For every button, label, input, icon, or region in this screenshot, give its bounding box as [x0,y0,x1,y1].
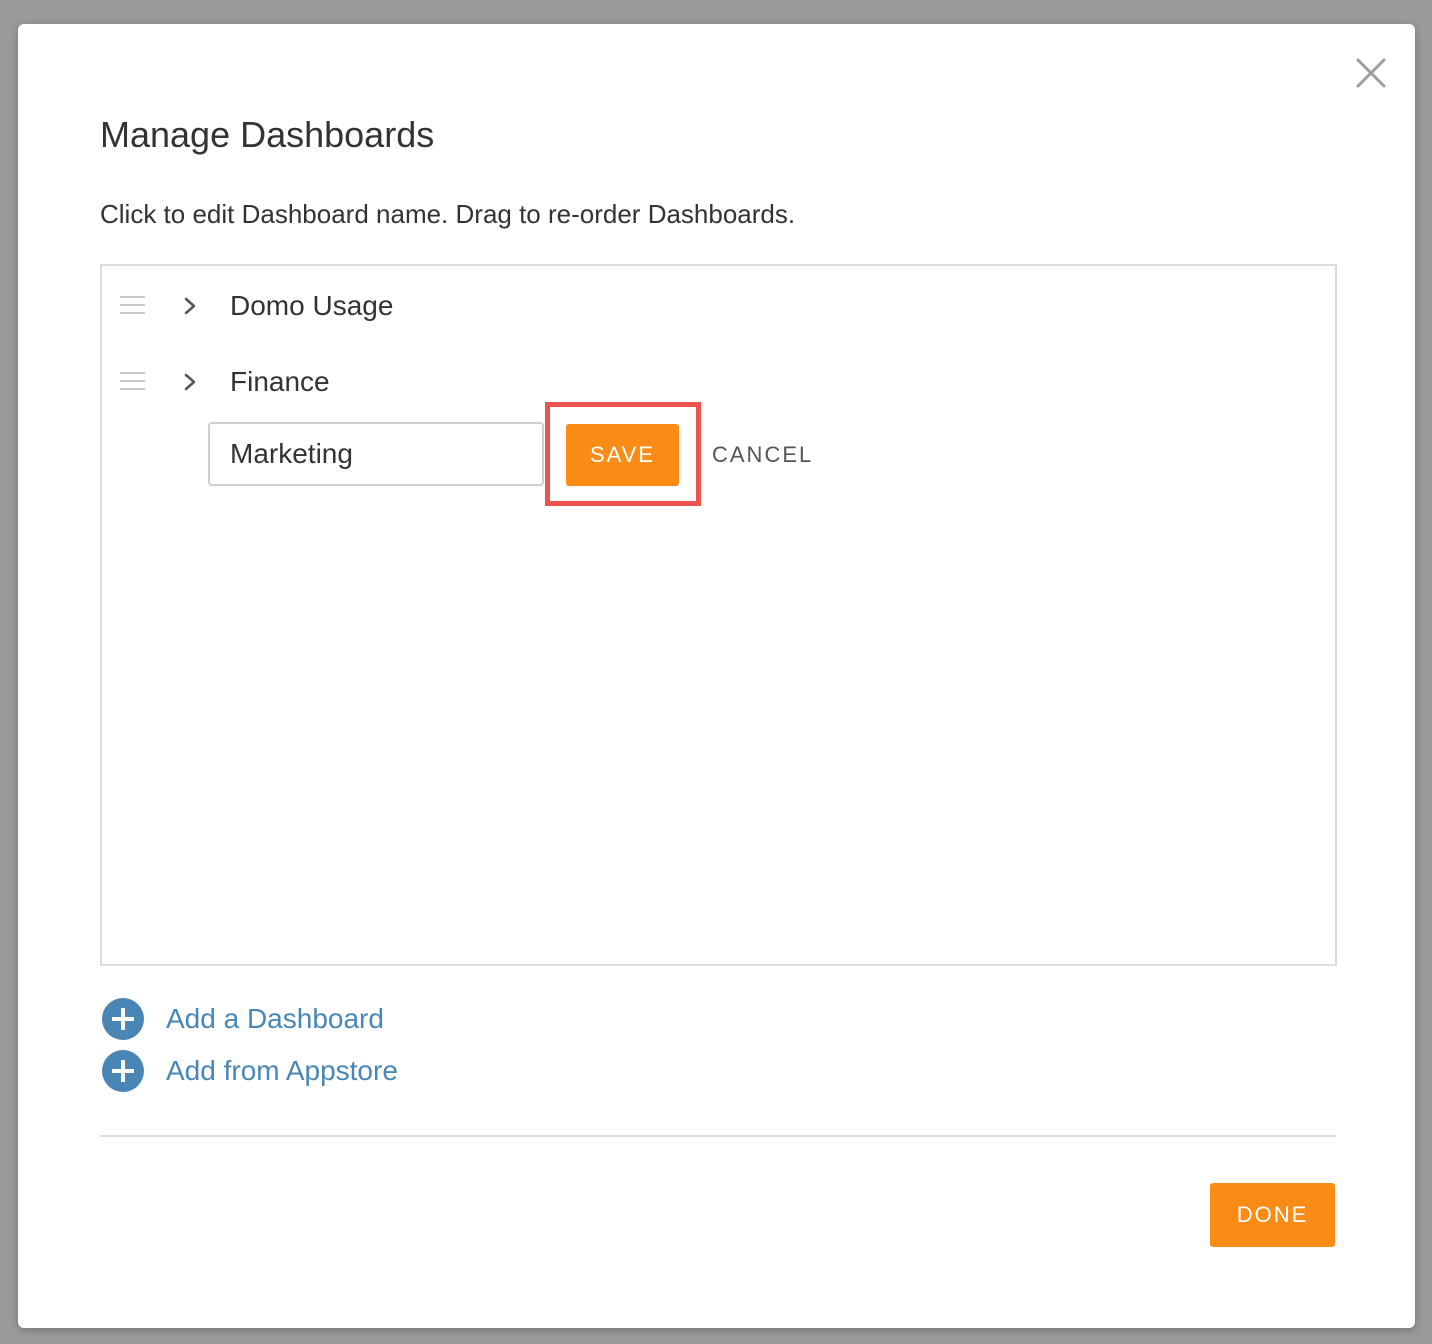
dashboard-item-label[interactable]: Domo Usage [230,288,393,324]
footer-divider [100,1135,1336,1137]
add-dashboard-link[interactable]: Add a Dashboard [102,998,384,1040]
close-icon [1356,58,1386,88]
close-button[interactable] [1354,56,1388,90]
chevron-right-icon[interactable] [182,370,198,394]
manage-dashboards-modal: Manage Dashboards Click to edit Dashboar… [18,24,1415,1328]
chevron-right-icon[interactable] [182,294,198,318]
add-from-appstore-link[interactable]: Add from Appstore [102,1050,398,1092]
add-dashboard-label[interactable]: Add a Dashboard [166,1003,384,1035]
dashboard-item-finance[interactable]: Finance [102,356,1335,408]
modal-title: Manage Dashboards [100,114,435,155]
drag-handle-icon[interactable] [120,372,145,392]
dashboard-name-input[interactable] [208,422,544,486]
dashboard-item-label[interactable]: Finance [230,364,330,400]
dashboard-item-domo-usage[interactable]: Domo Usage [102,280,1335,332]
cancel-button[interactable]: CANCEL [712,424,813,486]
drag-handle-icon[interactable] [120,296,145,316]
plus-circle-icon [102,1050,144,1092]
add-from-appstore-label[interactable]: Add from Appstore [166,1055,398,1087]
dashboard-list: Domo Usage Finance SAVE CANCEL [100,264,1337,966]
save-button[interactable]: SAVE [566,424,679,486]
done-button[interactable]: DONE [1210,1183,1335,1247]
plus-circle-icon [102,998,144,1040]
instructions-text: Click to edit Dashboard name. Drag to re… [100,199,796,229]
